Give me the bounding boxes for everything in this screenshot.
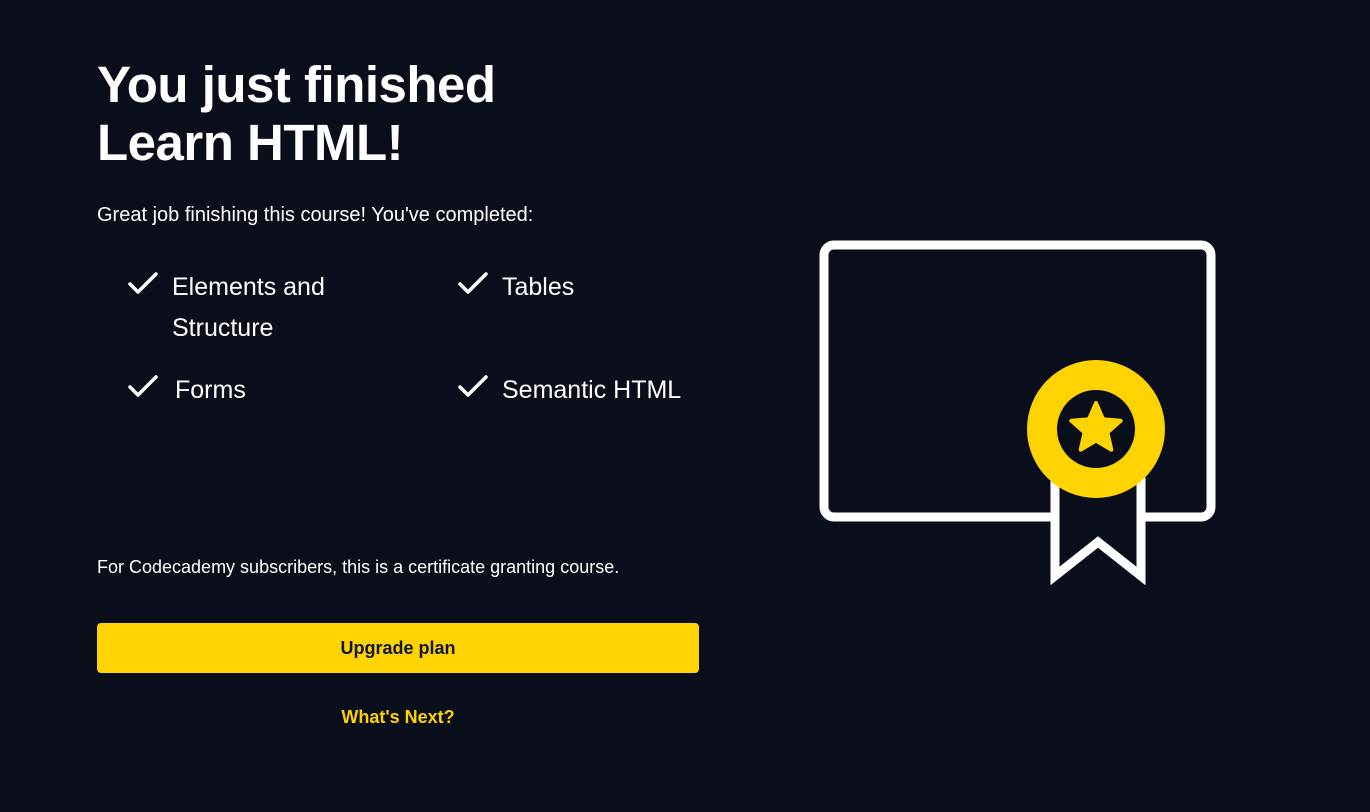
certificate-icon xyxy=(819,240,1216,586)
course-complete-page: You just finished Learn HTML! Great job … xyxy=(0,0,1370,812)
completed-topic-label: Elements and Structure xyxy=(172,273,325,342)
check-icon xyxy=(458,375,488,397)
page-title: You just finished Learn HTML! xyxy=(97,56,697,172)
completed-topic-label: Tables xyxy=(502,273,575,301)
completed-topic-label: Forms xyxy=(175,376,246,404)
completed-topic-item: Elements and Structure xyxy=(127,270,367,349)
completed-topics-list: Elements and Structure Tables Forms Sema… xyxy=(127,270,727,420)
completed-topic-item: Semantic HTML xyxy=(457,373,737,411)
check-icon xyxy=(458,272,488,294)
upgrade-plan-button[interactable]: Upgrade plan xyxy=(97,623,699,673)
star-badge-icon xyxy=(1027,360,1165,498)
completed-topic-item: Forms xyxy=(127,373,387,411)
completed-topic-item: Tables xyxy=(457,270,717,308)
certificate-note: For Codecademy subscribers, this is a ce… xyxy=(97,557,620,577)
whats-next-link[interactable]: What's Next? xyxy=(97,706,699,728)
title-line-1: You just finished xyxy=(97,56,496,113)
check-icon xyxy=(128,375,158,397)
completion-subtitle: Great job finishing this course! You've … xyxy=(97,204,534,226)
check-icon xyxy=(128,272,158,294)
completed-topic-label: Semantic HTML xyxy=(502,376,682,404)
title-line-2: Learn HTML! xyxy=(97,114,404,171)
